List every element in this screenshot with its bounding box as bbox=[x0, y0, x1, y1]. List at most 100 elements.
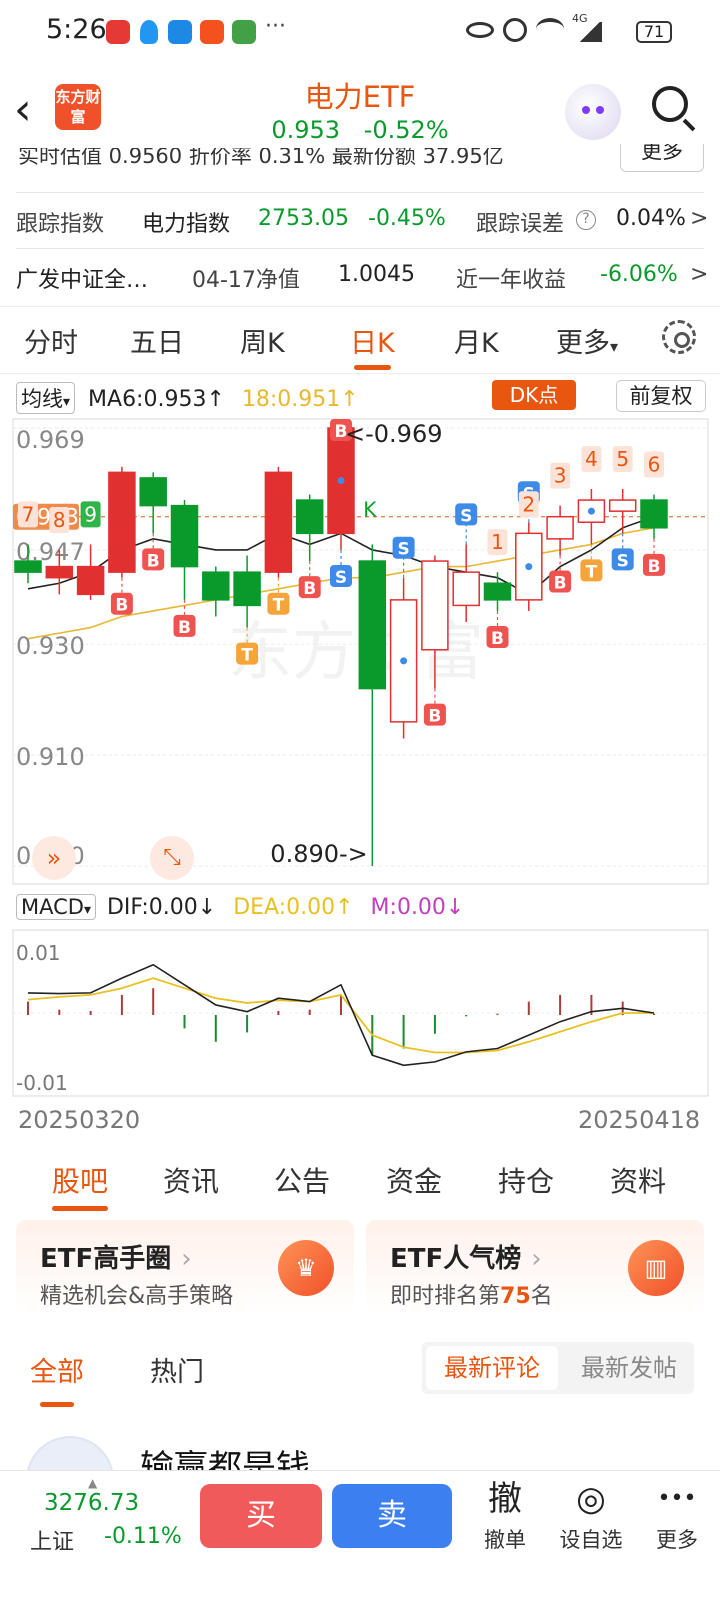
sort-latest-comment[interactable]: 最新评论 bbox=[426, 1346, 558, 1390]
dk-point-button[interactable]: DK点 bbox=[492, 380, 576, 410]
dif-value: DIF:0.00↓ bbox=[106, 895, 217, 920]
more-info-button[interactable]: 更多 bbox=[620, 144, 704, 172]
tab-intraday[interactable]: 分时 bbox=[24, 321, 78, 360]
tab-five-day[interactable]: 五日 bbox=[130, 321, 184, 360]
trade-signal-marker[interactable]: 9 bbox=[80, 501, 101, 528]
card-subtitle: 即时排名第75名 bbox=[390, 1278, 553, 1310]
signal-label: S bbox=[460, 506, 472, 526]
tracking-row-arrow-icon[interactable]: > bbox=[690, 206, 708, 231]
tab-monthly-k[interactable]: 月K bbox=[454, 321, 499, 360]
signal-label: B bbox=[178, 618, 191, 638]
divider bbox=[16, 248, 704, 249]
more-notifications-icon: ··· bbox=[265, 14, 286, 39]
index-value[interactable]: 3276.73 bbox=[44, 1490, 139, 1516]
kline-chart[interactable]: 东方财富 0.9690.9470.9300.9100.8900.953 789B… bbox=[0, 414, 720, 890]
tab-capital-flow[interactable]: 资金 bbox=[386, 1160, 442, 1200]
signal-label: B bbox=[554, 574, 567, 594]
fund-row-arrow-icon[interactable]: > bbox=[690, 262, 708, 287]
nav-value: 1.0045 bbox=[338, 262, 415, 287]
gear-icon[interactable] bbox=[662, 320, 696, 354]
candle-body bbox=[45, 565, 74, 579]
trade-signal-marker[interactable]: 3 bbox=[550, 462, 571, 489]
etf-popularity-card[interactable]: ETF人气榜 › 即时排名第75名 ▥ bbox=[366, 1220, 704, 1316]
valuation-row: 实时估值 0.9560 折价率 0.31% 最新份额 37.95亿 bbox=[18, 148, 708, 168]
add-watchlist-button[interactable]: ◎ 设自选 bbox=[546, 1478, 636, 1554]
help-icon[interactable]: ? bbox=[576, 210, 596, 230]
candle-body bbox=[139, 477, 167, 507]
price-adjust-button[interactable]: 前复权 bbox=[616, 380, 706, 412]
sort-latest-post[interactable]: 最新发帖 bbox=[570, 1346, 688, 1390]
nav-label: 04-17净值 bbox=[192, 268, 300, 293]
more-actions-label: 更多 bbox=[656, 1528, 698, 1552]
index-name[interactable]: 上证 bbox=[30, 1524, 74, 1556]
count-label: 5 bbox=[616, 447, 629, 471]
tracking-index-name[interactable]: 电力指数 bbox=[142, 206, 230, 238]
assistant-avatar[interactable] bbox=[565, 84, 621, 140]
alarm-icon bbox=[503, 18, 527, 42]
tab-daily-k[interactable]: 日K bbox=[350, 321, 395, 370]
trade-signal-marker[interactable]: 6 bbox=[644, 451, 664, 478]
count-label: 6 bbox=[648, 453, 661, 477]
card-subtitle: 精选机会&高手策略 bbox=[40, 1284, 234, 1309]
chevron-right-icon: › bbox=[531, 1244, 542, 1274]
signal-label: T bbox=[586, 562, 598, 582]
candle-body bbox=[421, 560, 449, 651]
count-label: 4 bbox=[585, 447, 598, 471]
macd-select[interactable]: MACD▾ bbox=[16, 894, 96, 920]
valuation-row-text: 实时估值 0.9560 折价率 0.31% 最新份额 37.95亿 bbox=[18, 148, 504, 168]
candle[interactable] bbox=[108, 466, 136, 578]
etf-expert-circle-card[interactable]: ETF高手圈 › 精选机会&高手策略 ♛ bbox=[16, 1220, 354, 1316]
trade-signal-marker[interactable]: 5 bbox=[612, 445, 633, 472]
rank-suffix: 名 bbox=[530, 1284, 553, 1309]
tab-announcements[interactable]: 公告 bbox=[274, 1160, 330, 1200]
count-label: 2 bbox=[522, 492, 535, 516]
tracking-error-label: 跟踪误差 bbox=[476, 212, 565, 237]
trade-signal-marker[interactable]: 4 bbox=[581, 445, 602, 472]
expand-left-icon[interactable]: » bbox=[32, 836, 76, 880]
signal-label: B bbox=[115, 596, 128, 616]
kline-y-tick: 0.910 bbox=[16, 743, 85, 771]
content-tabs: 股吧 资讯 公告 资金 持仓 资料 bbox=[0, 1150, 720, 1211]
signal-label: B bbox=[147, 551, 160, 571]
fullscreen-icon[interactable]: ⤡ bbox=[150, 836, 194, 880]
tab-news[interactable]: 资讯 bbox=[163, 1160, 219, 1200]
signal-icon bbox=[578, 22, 602, 42]
candle-body bbox=[640, 499, 668, 529]
candle-body bbox=[264, 471, 293, 573]
indicator-select[interactable]: 均线▾ bbox=[16, 382, 76, 414]
kline-y-tick: 0.969 bbox=[16, 426, 85, 454]
tracking-error-value: 0.04% bbox=[616, 206, 686, 231]
tab-weekly-k[interactable]: 周K bbox=[240, 321, 285, 360]
tab-hot[interactable]: 热门 bbox=[150, 1350, 204, 1389]
candle-body bbox=[76, 565, 105, 596]
macd-chart[interactable]: 0.01 -0.01 bbox=[0, 926, 720, 1100]
assistant-eye-left bbox=[582, 106, 590, 114]
m-value: M:0.00↓ bbox=[370, 895, 465, 920]
eye-icon bbox=[466, 22, 494, 38]
signal-label: S bbox=[335, 568, 347, 588]
search-icon[interactable] bbox=[652, 86, 688, 122]
tab-profile[interactable]: 资料 bbox=[610, 1160, 666, 1200]
macd-legend: MACD▾ DIF:0.00↓ DEA:0.00↑ M:0.00↓ bbox=[16, 894, 464, 920]
tab-more[interactable]: 更多▾ bbox=[556, 321, 618, 360]
tab-all[interactable]: 全部 bbox=[30, 1350, 84, 1407]
tab-holdings[interactable]: 持仓 bbox=[498, 1160, 554, 1200]
tracking-index-value: 2753.05 bbox=[258, 206, 349, 231]
sell-button[interactable]: 卖 bbox=[332, 1484, 452, 1548]
trade-signal-marker[interactable]: 1 bbox=[487, 529, 508, 556]
send-notification-icon bbox=[200, 20, 224, 44]
cancel-order-button[interactable]: 撤 撤单 bbox=[460, 1478, 550, 1554]
fund-name[interactable]: 广发中证全… bbox=[16, 262, 148, 294]
trade-signal-marker[interactable]: 7 bbox=[18, 501, 38, 528]
chevron-down-icon: ▾ bbox=[63, 394, 71, 410]
candle-body bbox=[608, 499, 637, 512]
trade-signal-marker[interactable]: 2 bbox=[518, 491, 539, 518]
candle[interactable] bbox=[264, 466, 293, 578]
signal-label: S bbox=[397, 540, 409, 560]
tab-forum[interactable]: 股吧 bbox=[52, 1160, 109, 1211]
buy-button[interactable]: 买 bbox=[200, 1484, 322, 1548]
current-price: 0.953 bbox=[271, 116, 341, 144]
more-actions-button[interactable]: ••• 更多 bbox=[632, 1478, 720, 1554]
ma6-value: MA6:0.953↑ bbox=[88, 387, 225, 412]
trade-signal-marker[interactable]: 8 bbox=[49, 506, 70, 533]
